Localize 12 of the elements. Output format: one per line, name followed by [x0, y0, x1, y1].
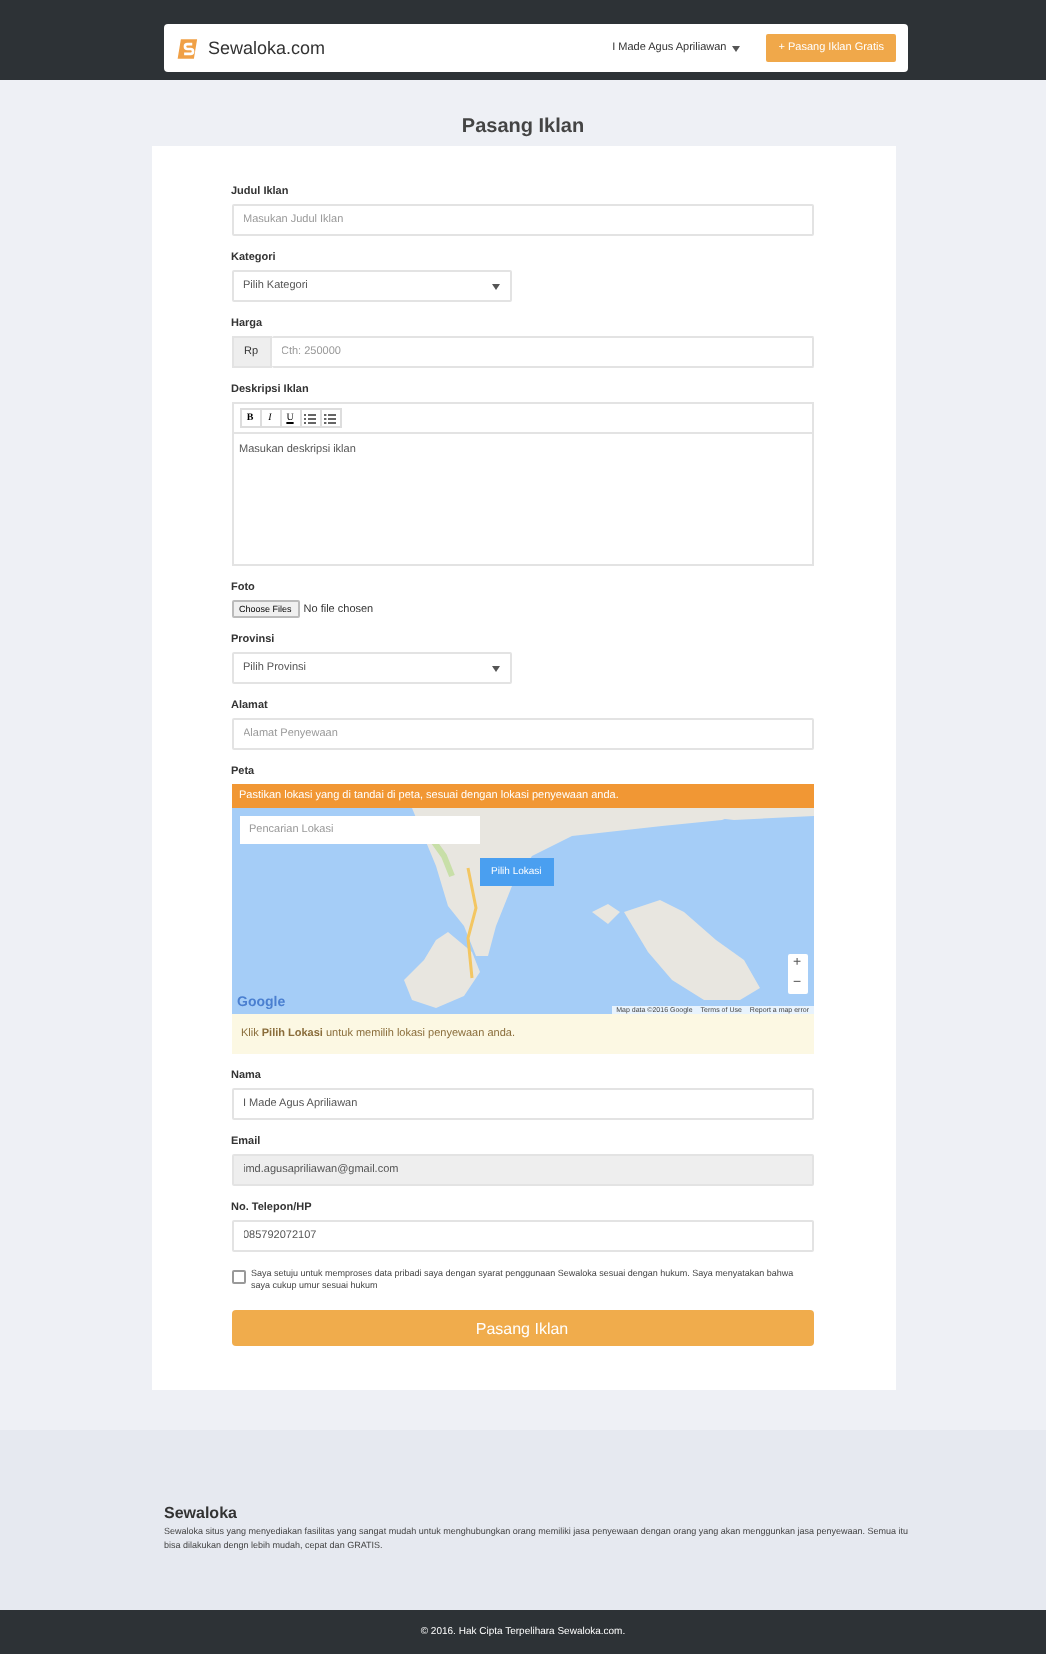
site-logo[interactable]: Sewaloka.com: [208, 38, 326, 58]
bullet-list-button[interactable]: [299, 408, 321, 428]
list-icon: [324, 413, 336, 423]
caret-icon: [491, 283, 499, 289]
caret-icon: [732, 45, 741, 51]
logo-icon: [176, 35, 202, 61]
agreement-checkbox[interactable]: [231, 1270, 245, 1284]
footer-title: Sewaloka: [164, 1504, 239, 1522]
list-icon: [304, 413, 316, 423]
caret-icon: [491, 665, 499, 671]
page-title: Pasang Iklan: [461, 116, 585, 138]
numbered-list-button[interactable]: [319, 408, 341, 428]
